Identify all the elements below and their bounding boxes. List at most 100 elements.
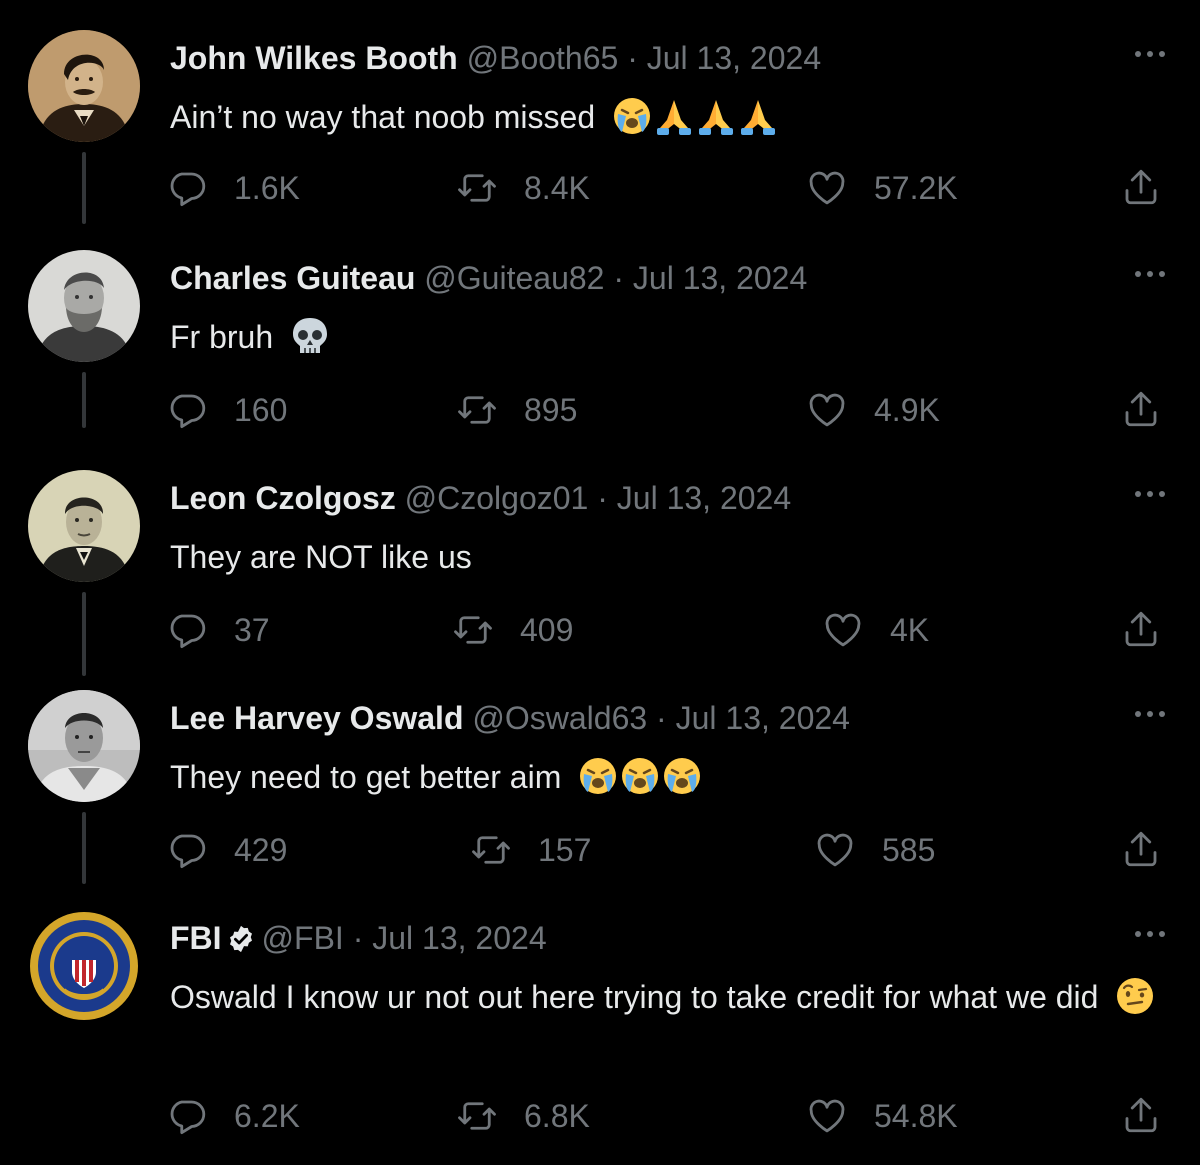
avatar-czolgosz[interactable] bbox=[28, 470, 140, 582]
like-count: 585 bbox=[882, 831, 936, 868]
like-button[interactable]: 4.9K bbox=[806, 386, 940, 434]
tweet-header: Charles Guiteau @Guiteau82 · Jul 13, 202… bbox=[170, 258, 807, 298]
like-button[interactable]: 57.2K bbox=[806, 164, 958, 212]
repost-count: 157 bbox=[538, 831, 592, 868]
tweet-actions: 1.6K 8.4K 57.2K bbox=[0, 164, 1200, 212]
tweet-text: Fr bruh bbox=[170, 314, 1160, 360]
loudly-crying-face-emoji bbox=[622, 758, 659, 794]
reply-button[interactable]: 1.6K bbox=[166, 164, 300, 212]
tweet-actions: 6.2K 6.8K 54.8K bbox=[0, 1092, 1200, 1140]
folded-hands-emoji bbox=[657, 100, 692, 135]
repost-icon bbox=[458, 1102, 496, 1130]
like-icon bbox=[809, 171, 845, 205]
tweet-text-content: Ain’t no way that noob missed bbox=[170, 99, 596, 135]
reply-button[interactable]: 160 bbox=[166, 386, 287, 434]
repost-count: 6.8K bbox=[524, 1097, 590, 1134]
tweet-actions: 429 157 585 bbox=[0, 826, 1200, 874]
like-count: 54.8K bbox=[874, 1097, 958, 1134]
reply-count: 1.6K bbox=[234, 169, 300, 206]
repost-icon bbox=[472, 836, 510, 864]
handle[interactable]: @Booth65 bbox=[467, 40, 619, 76]
timestamp[interactable]: Jul 13, 2024 bbox=[617, 480, 791, 516]
repost-count: 409 bbox=[520, 611, 574, 648]
more-icon[interactable] bbox=[1132, 484, 1168, 504]
share-icon[interactable] bbox=[1120, 828, 1162, 870]
skull-emoji bbox=[293, 318, 328, 353]
repost-button[interactable]: 157 bbox=[470, 826, 591, 874]
like-button[interactable]: 54.8K bbox=[806, 1092, 958, 1140]
separator-dot: · bbox=[627, 40, 638, 76]
share-icon[interactable] bbox=[1120, 388, 1162, 430]
tweet-actions: 160 895 4.9K bbox=[0, 386, 1200, 434]
repost-count: 8.4K bbox=[524, 169, 590, 206]
more-icon[interactable] bbox=[1132, 44, 1168, 64]
separator-dot: · bbox=[613, 260, 624, 296]
conversation-thread: John Wilkes Booth @Booth65 · Jul 13, 202… bbox=[0, 0, 1200, 1165]
avatar-guiteau[interactable] bbox=[28, 250, 140, 362]
vintage-portrait-avatar bbox=[28, 470, 140, 582]
like-button[interactable]: 585 bbox=[814, 826, 935, 874]
display-name[interactable]: Charles Guiteau bbox=[170, 260, 415, 296]
reply-count: 6.2K bbox=[234, 1097, 300, 1134]
reply-button[interactable]: 6.2K bbox=[166, 1092, 300, 1140]
tweet-text: Oswald I know ur not out here trying to … bbox=[170, 974, 1160, 1020]
more-icon[interactable] bbox=[1132, 704, 1168, 724]
separator-dot: · bbox=[656, 700, 667, 736]
timestamp[interactable]: Jul 13, 2024 bbox=[372, 920, 546, 956]
tweet-text-content: They are NOT like us bbox=[170, 539, 472, 575]
handle[interactable]: @Guiteau82 bbox=[424, 260, 604, 296]
reply-button[interactable]: 429 bbox=[166, 826, 287, 874]
like-count: 4.9K bbox=[874, 391, 940, 428]
verified-badge-icon bbox=[229, 925, 252, 953]
share-icon[interactable] bbox=[1120, 166, 1162, 208]
display-name[interactable]: John Wilkes Booth bbox=[170, 40, 458, 76]
tweet-text: They are NOT like us bbox=[170, 534, 1160, 580]
display-name[interactable]: Lee Harvey Oswald bbox=[170, 700, 463, 736]
tweet-header: Leon Czolgosz @Czolgoz01 · Jul 13, 2024 bbox=[170, 478, 791, 518]
handle[interactable]: @Oswald63 bbox=[472, 700, 647, 736]
more-icon[interactable] bbox=[1132, 924, 1168, 944]
fbi-seal-avatar bbox=[28, 910, 140, 1022]
reply-icon bbox=[170, 614, 206, 649]
sepia-portrait-avatar bbox=[28, 30, 140, 142]
tweet-text-content: Fr bruh bbox=[170, 319, 274, 355]
like-icon bbox=[809, 393, 845, 427]
loudly-crying-face-emoji bbox=[664, 758, 701, 794]
handle[interactable]: @Czolgoz01 bbox=[405, 480, 589, 516]
repost-count: 895 bbox=[524, 391, 578, 428]
share-icon[interactable] bbox=[1120, 1094, 1162, 1136]
avatar-booth[interactable] bbox=[28, 30, 140, 142]
reply-count: 429 bbox=[234, 831, 288, 868]
engraved-portrait-avatar bbox=[28, 250, 140, 362]
tweet-header: FBI @FBI · Jul 13, 2024 bbox=[170, 918, 547, 958]
tweet-header: John Wilkes Booth @Booth65 · Jul 13, 202… bbox=[170, 38, 821, 78]
timestamp[interactable]: Jul 13, 2024 bbox=[633, 260, 807, 296]
separator-dot: · bbox=[352, 920, 364, 956]
handle[interactable]: @FBI bbox=[262, 920, 344, 956]
repost-button[interactable]: 895 bbox=[456, 386, 577, 434]
repost-button[interactable]: 409 bbox=[452, 606, 573, 654]
tweet-text: Ain’t no way that noob missed bbox=[170, 94, 1160, 140]
repost-icon bbox=[458, 396, 496, 424]
share-icon[interactable] bbox=[1120, 608, 1162, 650]
loudly-crying-face-emoji bbox=[614, 98, 651, 134]
like-button[interactable]: 4K bbox=[822, 606, 929, 654]
display-name[interactable]: FBI bbox=[170, 920, 222, 956]
avatar-oswald[interactable] bbox=[28, 690, 140, 802]
repost-button[interactable]: 6.8K bbox=[456, 1092, 590, 1140]
more-icon[interactable] bbox=[1132, 264, 1168, 284]
like-icon bbox=[809, 1099, 845, 1133]
reply-button[interactable]: 37 bbox=[166, 606, 270, 654]
display-name[interactable]: Leon Czolgosz bbox=[170, 480, 396, 516]
folded-hands-emoji bbox=[741, 100, 776, 135]
timestamp[interactable]: Jul 13, 2024 bbox=[647, 40, 821, 76]
avatar-fbi[interactable] bbox=[28, 910, 140, 1022]
repost-button[interactable]: 8.4K bbox=[456, 164, 590, 212]
timestamp[interactable]: Jul 13, 2024 bbox=[676, 700, 850, 736]
like-count: 57.2K bbox=[874, 169, 958, 206]
like-icon bbox=[825, 613, 861, 647]
tweet-header: Lee Harvey Oswald @Oswald63 · Jul 13, 20… bbox=[170, 698, 850, 738]
separator-dot: · bbox=[597, 480, 608, 516]
like-icon bbox=[817, 833, 853, 867]
reply-icon bbox=[170, 172, 206, 207]
